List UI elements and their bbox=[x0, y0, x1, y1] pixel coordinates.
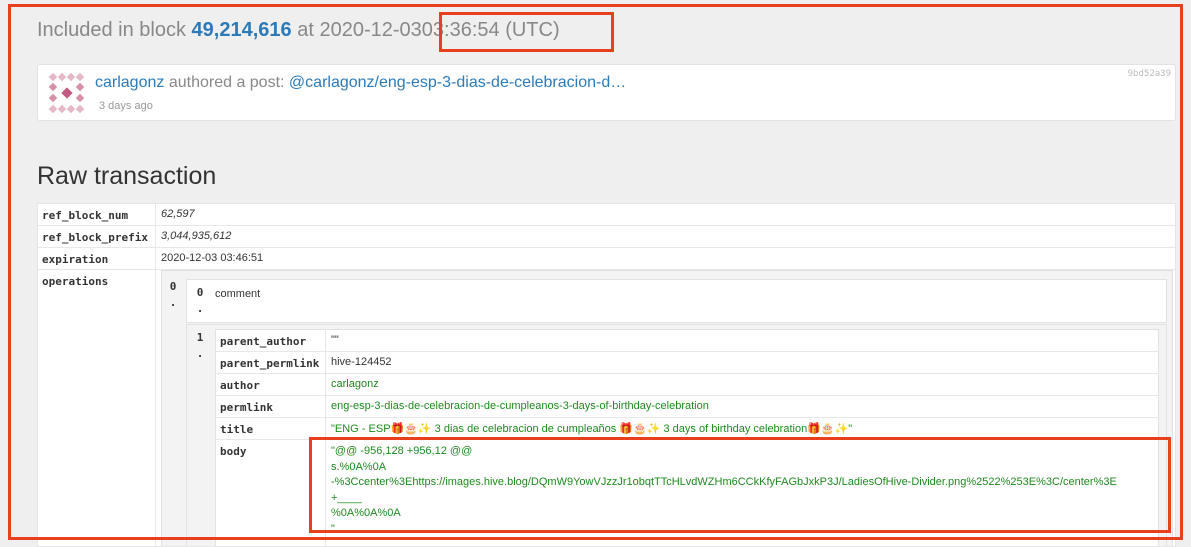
parent-author-value: "" bbox=[331, 334, 339, 346]
operation-part-index: 0. bbox=[196, 286, 204, 315]
operation-index: 0. bbox=[169, 280, 177, 309]
raw-transaction-table: ref_block_num 62,597 ref_block_prefix 3,… bbox=[37, 203, 1176, 547]
author-key: author bbox=[220, 379, 260, 392]
table-row: parent_permlink hive-124452 bbox=[216, 352, 1158, 374]
author-value: carlagonz bbox=[331, 378, 379, 390]
operation-fields-table: parent_author "" parent_permlink hive-12… bbox=[215, 329, 1159, 546]
permlink-key: permlink bbox=[220, 401, 273, 414]
post-author-link[interactable]: carlagonz bbox=[95, 74, 164, 91]
body-line: %0A%0A%0A bbox=[331, 507, 401, 519]
parent-permlink-value: hive-124452 bbox=[331, 356, 392, 368]
post-summary: carlagonz authored a post: @carlagonz/en… bbox=[95, 74, 626, 92]
body-line: "@@ -956,128 +956,12 @@ bbox=[331, 445, 473, 457]
title-value: "ENG - ESP🎁🎂✨ 3 dias de celebracion de c… bbox=[331, 423, 853, 435]
body-value: "@@ -956,128 +956,12 @@ s.%0A%0A -%3Ccen… bbox=[331, 444, 1117, 537]
page: Included in block 49,214,616 at 2020-12-… bbox=[0, 0, 1191, 547]
parent-permlink-key: parent_permlink bbox=[220, 357, 320, 370]
table-row: ref_block_prefix 3,044,935,612 bbox=[38, 226, 1175, 248]
raw-transaction-heading: Raw transaction bbox=[37, 162, 217, 190]
block-time: 03:36:54 bbox=[421, 19, 500, 41]
post-action-text: authored a post: bbox=[168, 74, 285, 91]
table-row: expiration 2020-12-03 03:46:51 bbox=[38, 248, 1175, 270]
block-number-link[interactable]: 49,214,616 bbox=[192, 19, 292, 41]
ref-block-num-key: ref_block_num bbox=[42, 209, 129, 222]
post-timestamp: 3 days ago bbox=[99, 100, 153, 112]
block-prefix: Included in block bbox=[37, 19, 186, 41]
permlink-value: eng-esp-3-dias-de-celebracion-de-cumplea… bbox=[331, 400, 709, 412]
table-row: ref_block_num 62,597 bbox=[38, 204, 1175, 226]
ref-block-prefix-key: ref_block_prefix bbox=[42, 231, 148, 244]
body-line: +____ bbox=[331, 491, 362, 504]
block-heading: Included in block 49,214,616 at 2020-12-… bbox=[37, 16, 560, 44]
body-line: " bbox=[331, 522, 335, 535]
table-row: body "@@ -956,128 +956,12 @@ s.%0A%0A -%… bbox=[216, 440, 1158, 546]
post-tx-hash[interactable]: 9bd52a39 bbox=[1128, 69, 1171, 79]
post-card: carlagonz authored a post: @carlagonz/en… bbox=[37, 64, 1176, 121]
operation-part-index: 1. bbox=[196, 331, 204, 360]
operation-params-cell: 1. parent_author "" parent_permlink hive… bbox=[186, 324, 1167, 546]
operation-type-cell: 0. comment bbox=[186, 279, 1167, 323]
operation-type: comment bbox=[215, 288, 261, 300]
table-row: permlink eng-esp-3-dias-de-celebracion-d… bbox=[216, 396, 1158, 418]
post-permlink-link[interactable]: @carlagonz/eng-esp-3-dias-de-celebracion… bbox=[289, 74, 626, 91]
expiration-value: 2020-12-03 03:46:51 bbox=[161, 252, 264, 264]
block-date: at 2020-12-03 bbox=[297, 19, 422, 41]
body-line: -%3Ccenter%3Ehttps://images.hive.blog/DQ… bbox=[331, 476, 1117, 488]
ref-block-prefix-value: 3,044,935,612 bbox=[161, 230, 232, 242]
table-row: author carlagonz bbox=[216, 374, 1158, 396]
body-key: body bbox=[220, 445, 247, 458]
table-row: title "ENG - ESP🎁🎂✨ 3 dias de celebracio… bbox=[216, 418, 1158, 440]
operations-key: operations bbox=[42, 275, 109, 288]
ref-block-num-value: 62,597 bbox=[161, 208, 195, 220]
operations-list: 0. 0. comment 1. parent_author "" parent… bbox=[161, 270, 1173, 546]
parent-author-key: parent_author bbox=[220, 335, 307, 348]
body-line: s.%0A%0A bbox=[331, 460, 387, 473]
avatar-identicon-icon[interactable] bbox=[48, 73, 86, 113]
table-row: parent_author "" bbox=[216, 330, 1158, 352]
expiration-key: expiration bbox=[42, 253, 109, 266]
title-key: title bbox=[220, 423, 254, 436]
block-timezone: (UTC) bbox=[505, 19, 560, 41]
